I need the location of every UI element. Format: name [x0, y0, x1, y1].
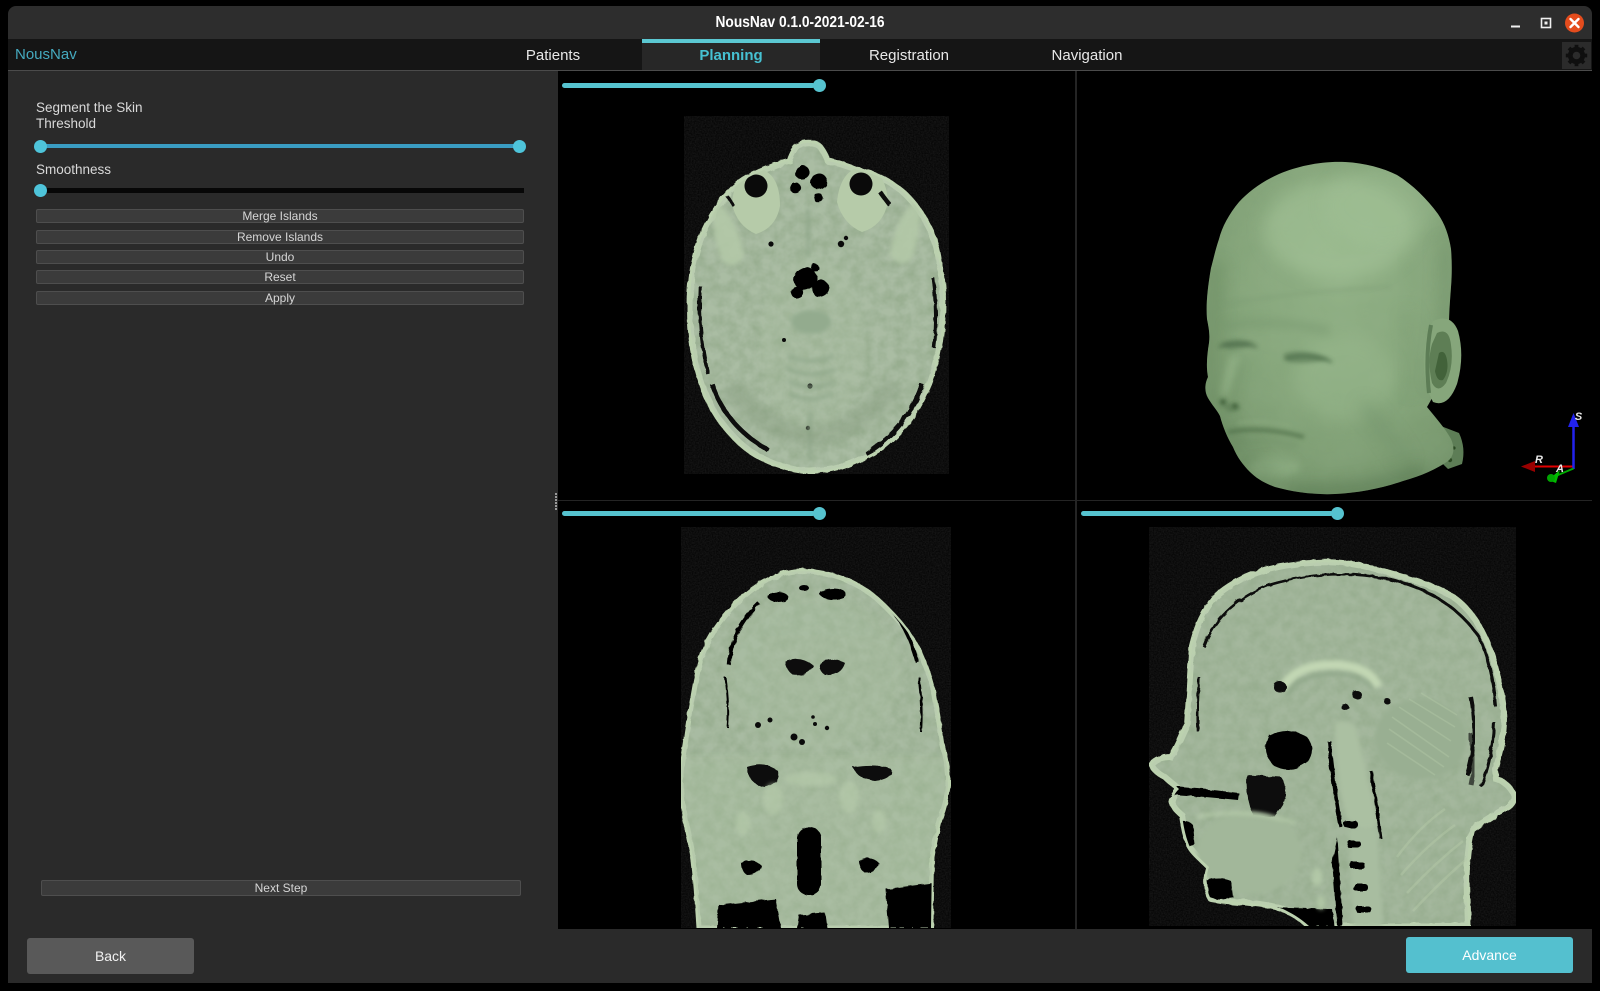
svg-text:A: A: [1555, 463, 1564, 475]
svg-text:S: S: [1575, 411, 1583, 423]
svg-text:R: R: [1535, 454, 1543, 466]
